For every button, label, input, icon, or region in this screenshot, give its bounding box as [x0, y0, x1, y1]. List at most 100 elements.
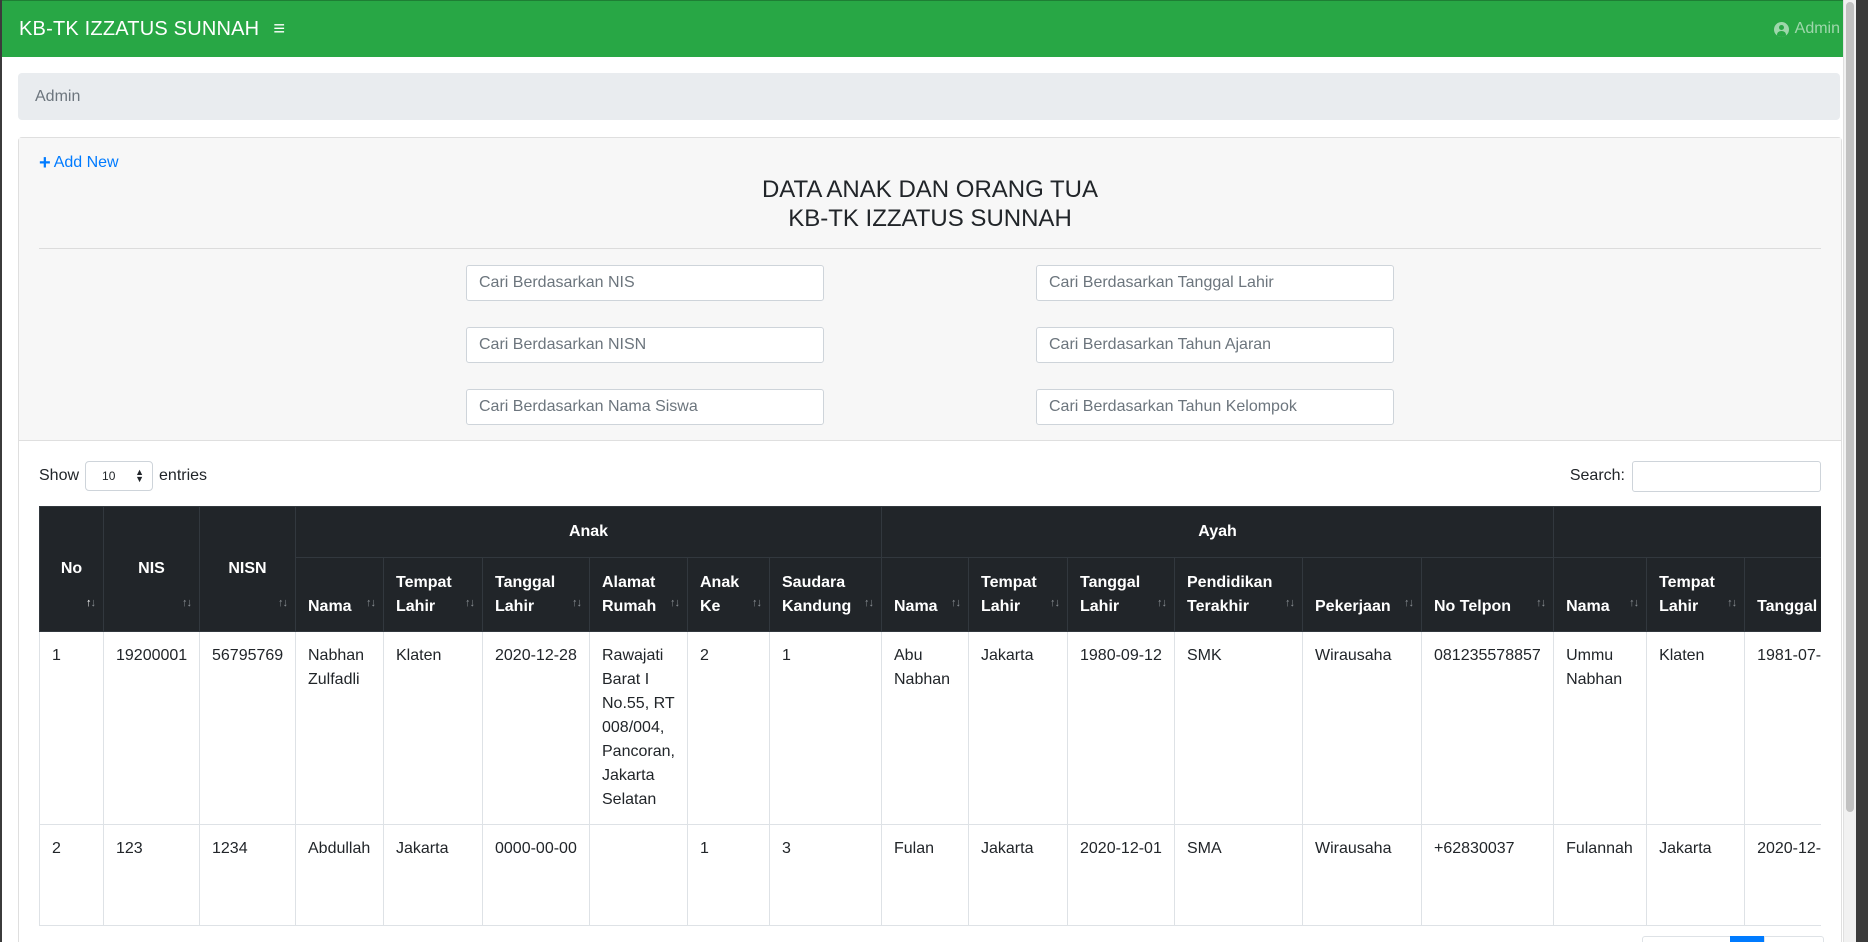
sort-icon: ↑↓: [1629, 597, 1639, 609]
cell-no: 2: [39, 824, 104, 926]
scrollbar-thumb[interactable]: [1846, 2, 1854, 812]
sort-icon: ↑↓: [465, 597, 475, 609]
cell-ibu-tempat: Klaten: [1646, 631, 1746, 825]
cell-anak-nama: Nabhan Zulfadli: [295, 631, 384, 825]
cell-ayah-tanggal: 2020-12-01: [1067, 824, 1175, 926]
plus-icon: +: [39, 152, 51, 174]
header-divider: [39, 248, 1821, 249]
col-ibu-nama-header[interactable]: Nama ↑↓: [1553, 557, 1648, 632]
cell-ayah-pendidikan: SMK: [1174, 631, 1303, 825]
user-circle-icon: [1773, 21, 1789, 37]
hamburger-icon[interactable]: ≡: [273, 18, 285, 41]
col-ibu-tempat-header[interactable]: Tempat Lahir ↑↓: [1646, 557, 1746, 632]
group-ayah-header: Ayah: [880, 506, 1555, 558]
filter-nisn-input[interactable]: [466, 327, 824, 363]
cell-ayah-pekerjaan: Wirausaha: [1302, 824, 1422, 926]
add-new-label: Add New: [53, 154, 119, 171]
data-card: + Add New DATA ANAK DAN ORANG TUA KB-TK …: [18, 137, 1842, 942]
cell-nis: 123: [103, 824, 200, 926]
col-ayah-tanggal-header[interactable]: Tanggal Lahir ↑↓: [1067, 557, 1175, 632]
sort-icon: ↑↓: [1536, 597, 1546, 609]
col-anak-ke-header[interactable]: Anak Ke ↑↓: [687, 557, 770, 632]
title-line-1: DATA ANAK DAN ORANG TUA: [761, 176, 1099, 203]
cell-ibu-nama: Fulannah: [1553, 824, 1648, 926]
filter-nama-siswa-input[interactable]: [466, 389, 824, 425]
data-table: No ↑↓ NIS ↑↓ NISN ↑↓ Anak Ayah Nama ↑↓ Tempa…: [39, 506, 1821, 926]
cell-ibu-tempat: Jakarta: [1646, 824, 1746, 926]
cell-anak-nama: Abdullah: [295, 824, 384, 926]
sort-icon: ↑↓: [182, 597, 192, 609]
show-label: Show: [39, 467, 80, 484]
col-nisn-header[interactable]: NISN ↑↓: [199, 506, 296, 632]
breadcrumb-item: Admin: [35, 87, 81, 105]
filter-tahun-ajaran-input[interactable]: [1036, 327, 1394, 363]
cell-anak-alamat: [589, 824, 688, 926]
sort-icon: ↑↓: [864, 597, 874, 609]
table-row: 1 19200001 56795769 Nabhan Zulfadli Klat…: [39, 631, 1821, 825]
cell-ayah-nama: Fulan: [881, 824, 969, 926]
cell-no: 1: [39, 631, 104, 825]
pagination-previous[interactable]: [1642, 936, 1732, 942]
cell-ayah-nama: Abu Nabhan: [881, 631, 969, 825]
col-ayah-tempat-header[interactable]: Tempat Lahir ↑↓: [968, 557, 1068, 632]
filter-tahun-kelompok-input[interactable]: [1036, 389, 1394, 425]
cell-anak-tanggal: 2020-12-28: [482, 631, 590, 825]
cell-nis: 19200001: [103, 631, 200, 825]
title-line-2: KB-TK IZZATUS SUNNAH: [788, 205, 1072, 232]
cell-ayah-tanggal: 1980-09-12: [1067, 631, 1175, 825]
page: KB-TK IZZATUS SUNNAH ≡ Admin Admin + Add…: [2, 0, 1856, 942]
cell-ayah-pendidikan: SMA: [1174, 824, 1303, 926]
sort-icon: ↑↓: [951, 597, 961, 609]
cell-ayah-tempat: Jakarta: [968, 824, 1068, 926]
filter-nis-input[interactable]: [466, 265, 824, 301]
col-anak-tempat-header[interactable]: Tempat Lahir ↑↓: [383, 557, 483, 632]
col-anak-alamat-header[interactable]: Alamat Rumah ↑↓: [589, 557, 688, 632]
group-ibu-header: [1553, 506, 1821, 558]
col-anak-nama-header[interactable]: Nama ↑↓: [295, 557, 384, 632]
sort-icon: ↑↓: [1285, 597, 1295, 609]
show-entries: Show 10 ▲ ▼ entries: [39, 460, 207, 492]
cell-anak-tempat: Jakarta: [383, 824, 483, 926]
cell-anak-ke: 1: [687, 824, 770, 926]
pagination-page-active[interactable]: [1730, 936, 1764, 942]
col-ayah-pendidikan-header[interactable]: Pendidikan Terakhir ↑↓: [1174, 557, 1303, 632]
col-ibu-tanggal-header[interactable]: Tanggal Lahir: [1744, 557, 1821, 632]
cell-anak-alamat: Rawajati Barat I No.55, RT 008/004, Panc…: [589, 631, 688, 825]
user-menu[interactable]: Admin: [1773, 1, 1840, 57]
entries-label: entries: [159, 467, 208, 484]
cell-anak-tanggal: 0000-00-00: [482, 824, 590, 926]
add-new-link[interactable]: + Add New: [39, 152, 119, 174]
cell-ayah-tempat: Jakarta: [968, 631, 1068, 825]
col-no-header[interactable]: No ↑↓: [39, 506, 104, 632]
col-nis-header[interactable]: NIS ↑↓: [103, 506, 200, 632]
filter-tanggal-lahir-input[interactable]: [1036, 265, 1394, 301]
select-arrows-icon: ▲ ▼: [135, 467, 145, 484]
brand-title[interactable]: KB-TK IZZATUS SUNNAH: [19, 18, 259, 41]
sort-icon: ↑↓: [278, 597, 288, 609]
breadcrumb: Admin: [18, 73, 1840, 120]
cell-ayah-telpon: 081235578857: [1420, 631, 1555, 825]
col-anak-tanggal-header[interactable]: Tanggal Lahir ↑↓: [482, 557, 590, 632]
cell-ibu-tanggal: 2020-12-: [1744, 824, 1821, 926]
sort-icon: ↑↓: [572, 597, 582, 609]
cell-ibu-nama: Ummu Nabhan: [1553, 631, 1648, 825]
table-search-input[interactable]: [1632, 460, 1821, 492]
user-label: Admin: [1794, 20, 1840, 37]
card-header: + Add New DATA ANAK DAN ORANG TUA KB-TK …: [19, 138, 1841, 441]
cell-anak-saudara: 3: [769, 824, 882, 926]
sort-icon: ↑↓: [1404, 597, 1414, 609]
col-ayah-telpon-header[interactable]: No Telpon ↑↓: [1420, 557, 1555, 632]
page-scrollbar[interactable]: [1843, 0, 1856, 942]
cell-ibu-tanggal: 1981-07-: [1744, 631, 1821, 825]
entries-value: 10: [102, 469, 116, 483]
pagination-next[interactable]: [1764, 936, 1824, 942]
table-controls: Show 10 ▲ ▼ entries Search:: [39, 460, 1821, 492]
table-scroll-area[interactable]: No ↑↓ NIS ↑↓ NISN ↑↓ Anak Ayah Nama ↑↓ Tempa…: [39, 506, 1821, 926]
entries-select[interactable]: 10 ▲ ▼: [85, 461, 154, 491]
cell-anak-saudara: 1: [769, 631, 882, 825]
header-column-row: Nama ↑↓ Tempat Lahir ↑↓ Tanggal Lahir ↑↓ Al…: [40, 557, 1821, 632]
sort-icon: ↑↓: [1050, 597, 1060, 609]
col-anak-saudara-header[interactable]: Saudara Kandung ↑↓: [769, 557, 882, 632]
col-ayah-pekerjaan-header[interactable]: Pekerjaan ↑↓: [1302, 557, 1422, 632]
col-ayah-nama-header[interactable]: Nama ↑↓: [881, 557, 969, 632]
